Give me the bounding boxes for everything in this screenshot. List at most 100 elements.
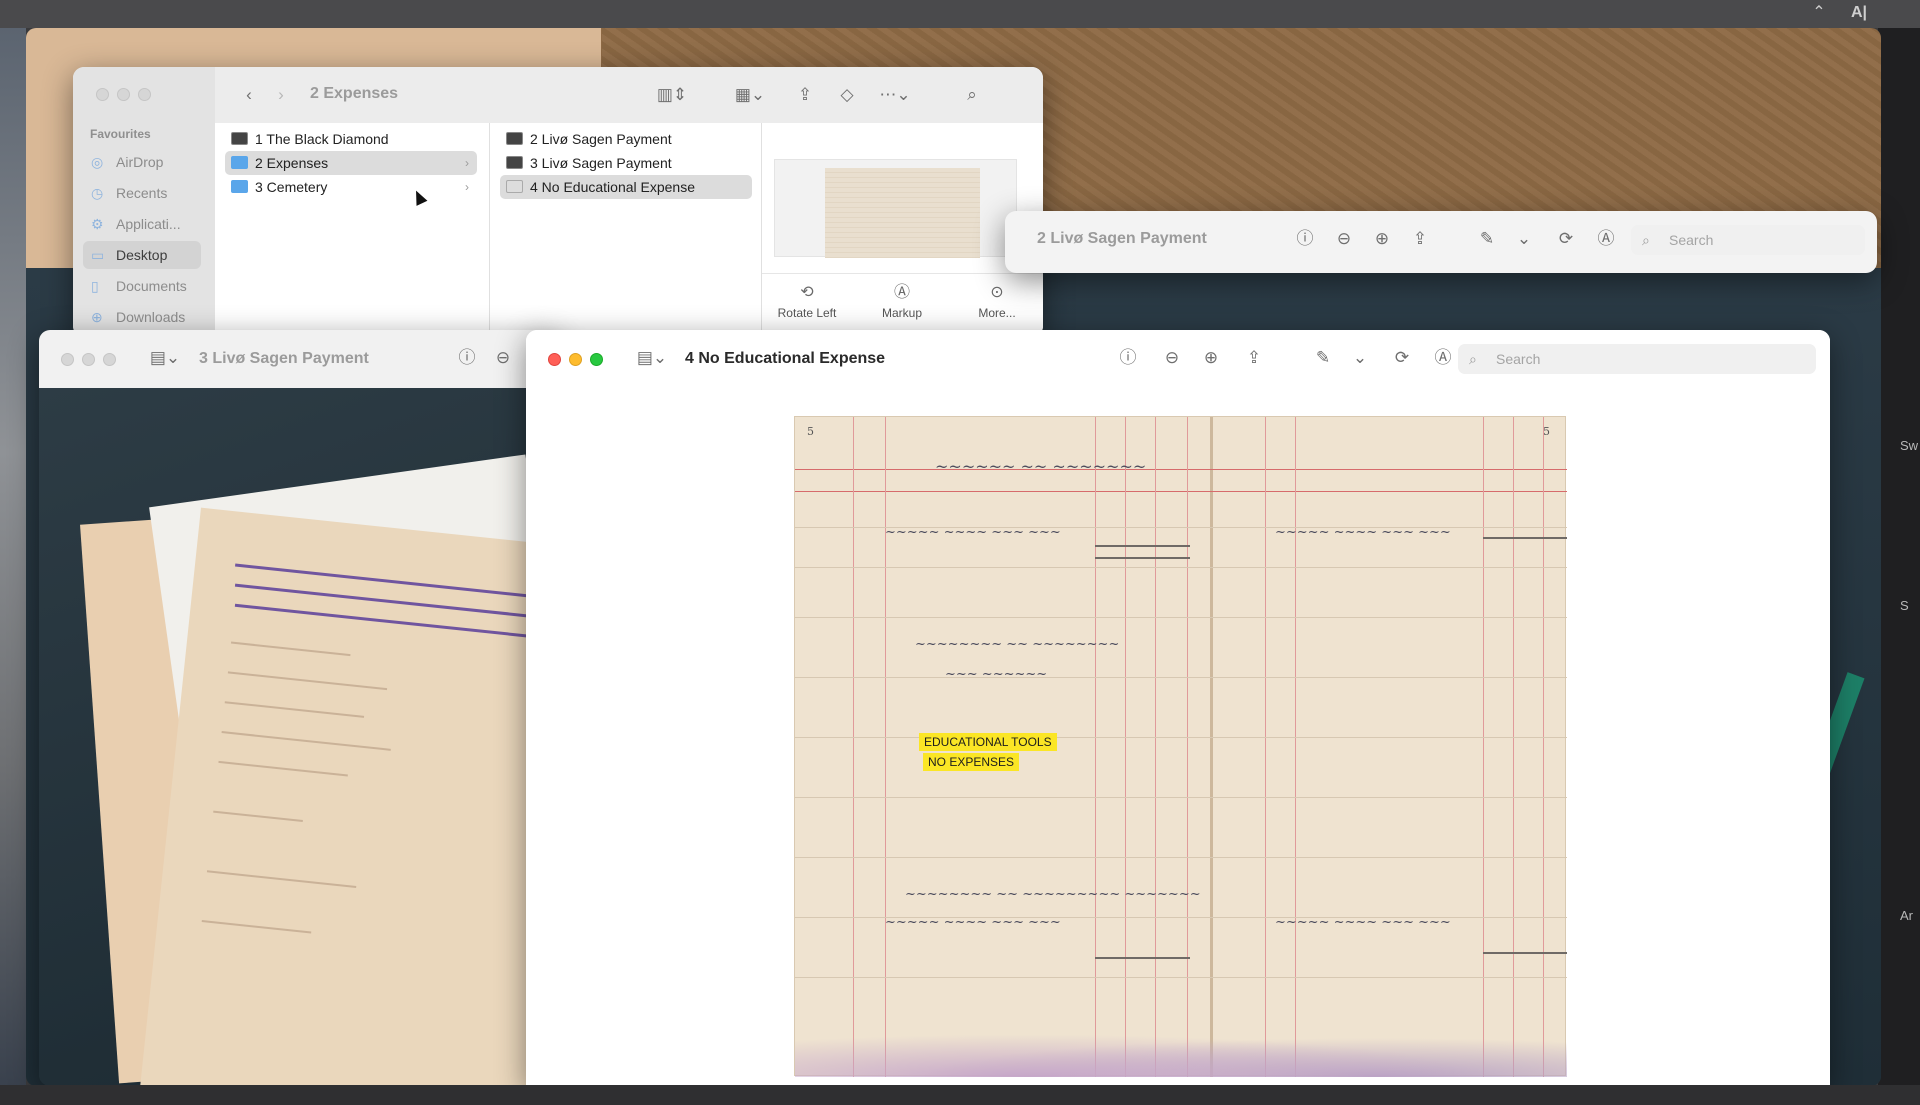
info-icon[interactable]: ⓘ (1116, 346, 1140, 370)
close-button[interactable] (548, 352, 561, 366)
markup-icon[interactable]: Ⓐ (1431, 346, 1455, 370)
back-icon[interactable]: ‹ (237, 83, 261, 107)
tag-icon[interactable]: ◇ (835, 83, 859, 107)
list-item[interactable]: 2 Expenses › (225, 151, 477, 175)
ledger-handwriting: ~~~~~ ~~~~ ~~~ ~~~ (1275, 915, 1451, 930)
sidebar-item-desktop[interactable]: ▭ Desktop (83, 241, 201, 269)
highlight-educational-tools[interactable]: EDUCATIONAL TOOLS (919, 733, 1057, 751)
ledger-handwriting: ~~~~~ ~~~~ ~~~ ~~~ (885, 525, 1061, 540)
list-item[interactable]: 4 No Educational Expense (500, 175, 752, 199)
pen-icon[interactable]: ✎ (1475, 227, 1499, 251)
clock-icon: ◷ (91, 185, 104, 201)
zoom-in-icon[interactable]: ⊕ (1199, 346, 1223, 370)
ledger-page: 5 5 ~~~~~~ ~~ ~~~~~~~ ~~~~~ ~~~~ ~~~ ~~~… (794, 416, 1567, 1077)
typed-text-line (235, 563, 559, 605)
zoom-button[interactable] (590, 352, 603, 366)
preview-front-title: 4 No Educational Expense (685, 350, 886, 367)
typed-text-line (234, 583, 559, 625)
ledger-handwriting: ~~~ ~~~~~~ (945, 667, 1048, 682)
info-icon[interactable]: ⓘ (1293, 227, 1317, 251)
window-controls (96, 88, 151, 101)
search-icon: ⌕ (1469, 351, 1477, 367)
preview-mid-toolbar: ▤⌄ 3 Livø Sagen Payment ⓘ ⊖ (39, 330, 559, 388)
zoom-button[interactable] (138, 88, 151, 101)
image-file-icon (506, 132, 523, 145)
sidebar-heading: Favourites (90, 127, 151, 141)
window-controls (548, 352, 603, 366)
preview-front-document: 5 5 ~~~~~~ ~~ ~~~~~~~ ~~~~~ ~~~~ ~~~ ~~~… (526, 388, 1830, 1086)
document-icon: ▯ (91, 278, 99, 294)
image-file-icon (231, 132, 248, 145)
search-icon: ⌕ (1642, 232, 1650, 248)
background-app-panel: Sw S Ar (1878, 28, 1920, 1088)
list-item[interactable]: 3 Cemetery › (225, 175, 477, 199)
minimize-button[interactable] (117, 88, 130, 101)
sidebar-item-documents[interactable]: ▯ Documents (83, 272, 201, 300)
markup-icon[interactable]: Ⓐ (1594, 227, 1618, 251)
chevron-down-icon[interactable]: ⌄ (1512, 227, 1536, 251)
bottom-bar (0, 1085, 1920, 1105)
minimize-button[interactable] (82, 352, 95, 366)
share-icon[interactable]: ⇪ (793, 83, 817, 107)
finder-column-1: 1 The Black Diamond 2 Expenses › 3 Cemete… (215, 123, 490, 337)
chevron-up-icon[interactable]: ⌃ (1808, 2, 1830, 24)
markup-button[interactable]: Ⓐ Markup (857, 280, 947, 320)
share-icon[interactable]: ⇪ (1242, 346, 1266, 370)
rotate-left-button[interactable]: ⟲ Rotate Left (762, 280, 852, 320)
preview-window-back: 2 Livø Sagen Payment ⓘ ⊖ ⊕ ⇪ ✎ ⌄ ⟳ Ⓐ ⌕ Se… (1005, 211, 1877, 273)
search-input[interactable]: ⌕ Search (1458, 344, 1816, 374)
info-icon[interactable]: ⓘ (455, 346, 479, 370)
sidebar-item-recents[interactable]: ◷ Recents (83, 179, 201, 207)
close-button[interactable] (61, 352, 74, 366)
pen-icon[interactable]: ✎ (1311, 346, 1335, 370)
zoom-button[interactable] (103, 352, 116, 366)
rotate-left-icon: ⟲ (800, 284, 814, 301)
image-file-icon (506, 180, 523, 193)
highlight-no-expenses[interactable]: NO EXPENSES (923, 753, 1020, 771)
more-icon: ⊙ (990, 284, 1004, 301)
chevron-down-icon[interactable]: ⌄ (1348, 346, 1372, 370)
preview-mid-document (39, 388, 559, 1086)
rotate-icon[interactable]: ⟳ (1390, 346, 1414, 370)
sidebar-item-downloads[interactable]: ⊕ Downloads (83, 303, 201, 331)
image-file-icon (506, 156, 523, 169)
sidebar-toggle-icon[interactable]: ▤⌄ (632, 346, 672, 370)
sidebar-toggle-icon[interactable]: ▤⌄ (145, 346, 185, 370)
folder-icon (231, 180, 248, 193)
finder-sidebar: Favourites ◎ AirDrop ◷ Recents ⚙ Applicati.… (73, 67, 215, 337)
ledger-handwriting: ~~~~~~~~ ~~ ~~~~~~~~ (915, 637, 1120, 652)
airdrop-icon: ◎ (91, 154, 104, 170)
chevron-right-icon: › (465, 180, 469, 194)
zoom-in-icon[interactable]: ⊕ (1370, 227, 1394, 251)
page-number-left: 5 (807, 425, 814, 438)
desktop-icon: ▭ (91, 247, 105, 263)
finder-content: 1 The Black Diamond 2 Expenses › 3 Cemete… (215, 123, 1043, 337)
search-input[interactable]: ⌕ Search (1631, 225, 1865, 255)
typed-text-line (234, 603, 534, 639)
minimize-button[interactable] (569, 352, 582, 366)
list-item[interactable]: 1 The Black Diamond (225, 127, 477, 151)
close-button[interactable] (96, 88, 109, 101)
more-button[interactable]: ⊙ More... (952, 280, 1042, 320)
search-icon[interactable]: ⌕ (960, 83, 984, 107)
forward-icon[interactable]: › (269, 83, 293, 107)
list-item[interactable]: 2 Livø Sagen Payment (500, 127, 752, 151)
more-actions-icon[interactable]: ⋯⌄ (875, 83, 915, 107)
zoom-out-icon[interactable]: ⊖ (1160, 346, 1184, 370)
zoom-out-icon[interactable]: ⊖ (1332, 227, 1356, 251)
finder-column-2: 2 Livø Sagen Payment 3 Livø Sagen Paymen… (490, 123, 762, 337)
text-tool-icon[interactable]: A| (1848, 2, 1870, 24)
share-icon[interactable]: ⇪ (1408, 227, 1432, 251)
rotate-icon[interactable]: ⟳ (1554, 227, 1578, 251)
list-item[interactable]: 3 Livø Sagen Payment (500, 151, 752, 175)
sidebar-item-applications[interactable]: ⚙ Applicati... (83, 210, 201, 238)
page-number-right: 5 (1543, 425, 1550, 438)
group-icon[interactable]: ▦⌄ (730, 83, 770, 107)
ledger-handwriting: ~~~~~ ~~~~ ~~~ ~~~ (1275, 525, 1451, 540)
sidebar-item-airdrop[interactable]: ◎ AirDrop (83, 148, 201, 176)
view-columns-icon[interactable]: ▥⇕ (652, 83, 692, 107)
finder-preview-pane: ⟲ Rotate Left Ⓐ Markup ⊙ More... (762, 123, 1043, 337)
zoom-out-icon[interactable]: ⊖ (491, 346, 515, 370)
desktop: ⌃ A| Sw S Ar Favourites ◎ AirDrop ◷ Recent… (0, 0, 1920, 1105)
background-photo-edge (0, 28, 26, 1088)
